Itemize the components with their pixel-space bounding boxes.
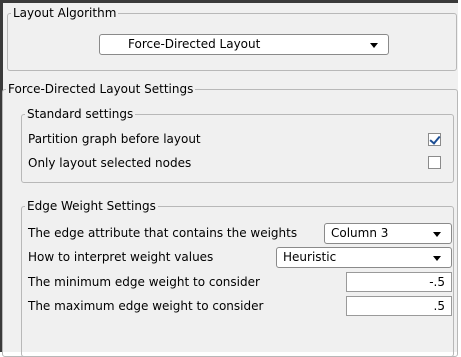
interpret-weights-label: How to interpret weight values <box>28 250 214 264</box>
only-selected-nodes-label: Only layout selected nodes <box>28 156 192 170</box>
max-edge-weight-label: The maximum edge weight to consider <box>28 299 264 313</box>
max-edge-weight-field[interactable]: .5 <box>346 296 452 316</box>
edge-attribute-select[interactable]: Column 3 <box>324 223 452 244</box>
checkmark-icon <box>429 133 441 145</box>
edge-attribute-label: The edge attribute that contains the wei… <box>28 226 298 240</box>
standard-settings-legend: Standard settings <box>25 106 136 122</box>
chevron-down-icon <box>433 232 441 237</box>
interpret-weights-select[interactable]: Heuristic <box>276 247 452 268</box>
interpret-weights-value: Heuristic <box>283 250 337 264</box>
partition-graph-checkbox[interactable] <box>428 133 441 146</box>
only-selected-nodes-checkbox[interactable] <box>428 156 441 169</box>
layout-algorithm-legend: Layout Algorithm <box>11 5 119 21</box>
edge-weight-settings-legend: Edge Weight Settings <box>25 198 158 214</box>
edge-attribute-value: Column 3 <box>331 226 389 240</box>
min-edge-weight-field[interactable]: -.5 <box>346 272 452 292</box>
force-directed-settings-legend: Force-Directed Layout Settings <box>6 81 196 97</box>
standard-settings-group: Standard settings Partition graph before… <box>21 106 454 183</box>
force-directed-settings-group: Force-Directed Layout Settings Standard … <box>2 81 458 357</box>
min-edge-weight-label: The minimum edge weight to consider <box>28 275 260 289</box>
edge-weight-settings-group: Edge Weight Settings The edge attribute … <box>21 198 454 357</box>
partition-graph-label: Partition graph before layout <box>28 132 201 146</box>
layout-algorithm-group: Layout Algorithm Force-Directed Layout <box>7 5 457 71</box>
layout-algorithm-value: Force-Directed Layout <box>128 37 261 51</box>
chevron-down-icon <box>433 256 441 261</box>
chevron-down-icon <box>370 43 378 48</box>
layout-algorithm-select[interactable]: Force-Directed Layout <box>99 34 389 55</box>
layout-settings-panel: Layout Algorithm Force-Directed Layout F… <box>0 0 458 357</box>
